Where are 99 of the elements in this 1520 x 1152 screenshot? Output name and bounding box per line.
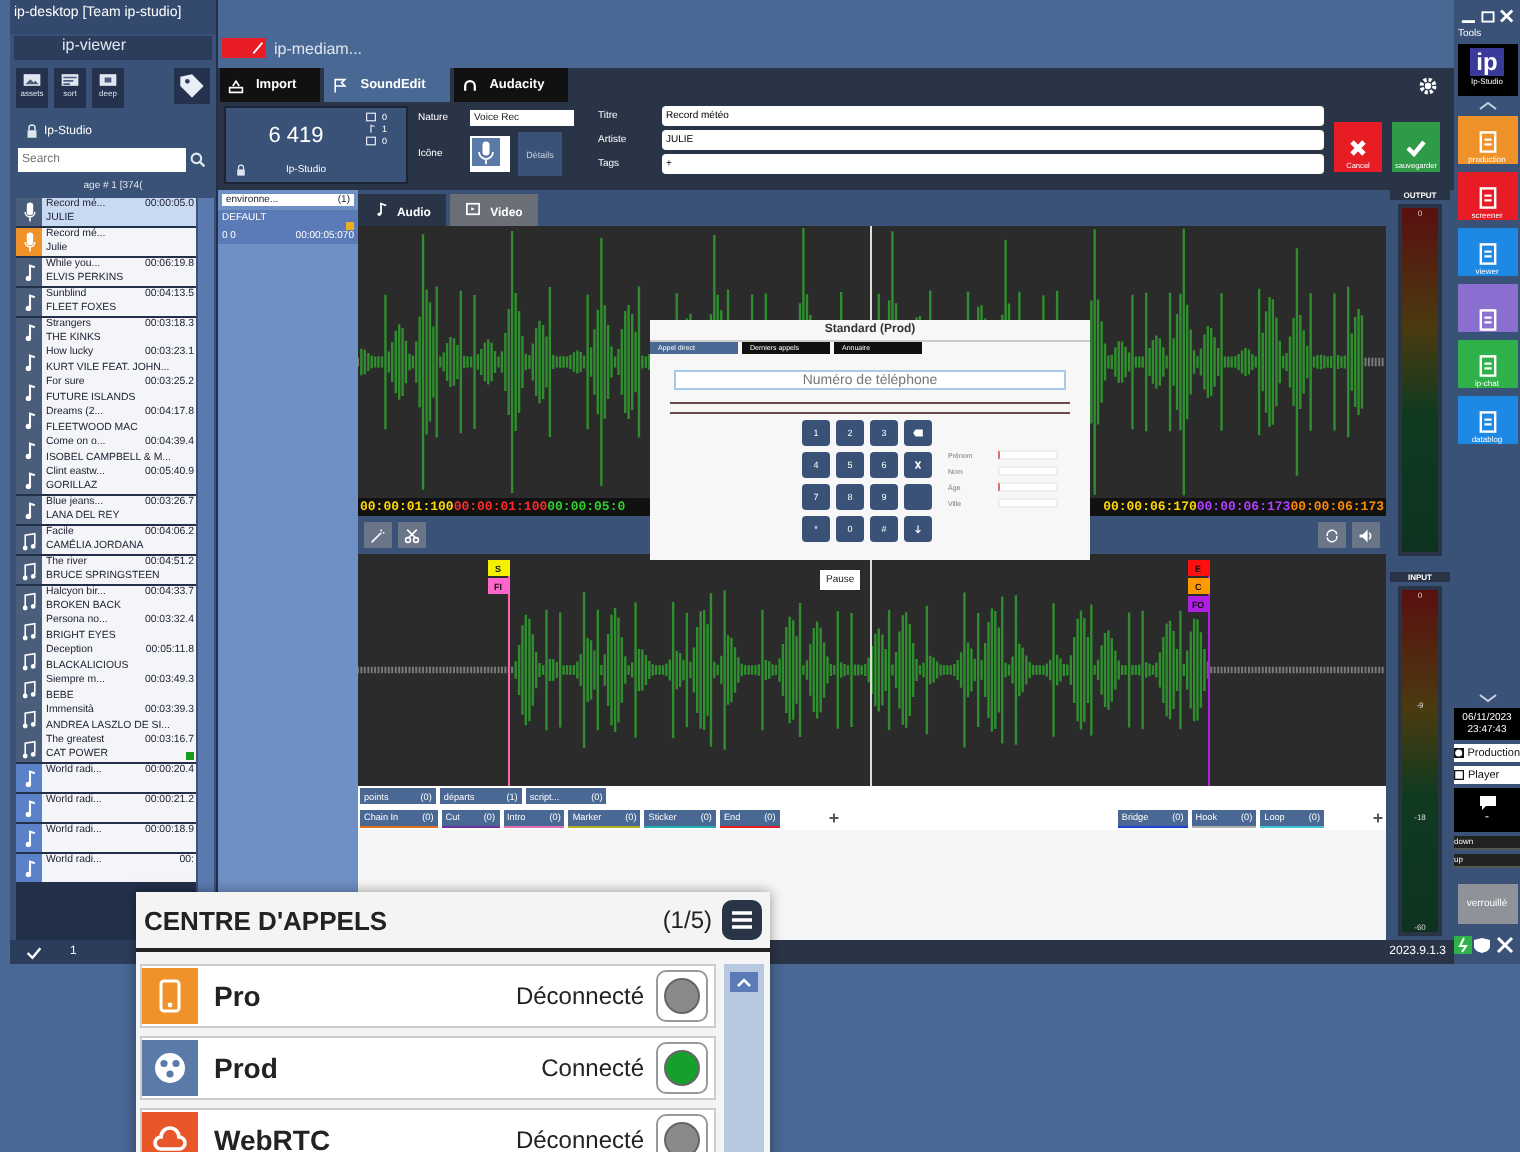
backspace-icon	[912, 428, 924, 438]
add-icon[interactable]	[1372, 812, 1384, 824]
line-status: Déconnecté	[515, 982, 644, 1010]
search-icon[interactable]	[190, 152, 206, 168]
line-status: Déconnecté	[515, 1126, 644, 1152]
check-icon	[1406, 138, 1426, 158]
music-note-icon	[374, 201, 388, 215]
music-note-icon	[21, 319, 37, 344]
arrow-down-icon	[912, 524, 924, 534]
network-icon	[152, 1050, 188, 1086]
check-icon[interactable]	[26, 945, 42, 959]
phone-line-row[interactable]: WebRTC Déconnecté	[140, 1108, 716, 1152]
close-icon	[912, 460, 924, 470]
icon-picker[interactable]	[470, 136, 510, 172]
phone-line-row[interactable]: Prod Connecté	[140, 1036, 716, 1100]
keypad-key[interactable]	[904, 516, 932, 542]
settings-icon[interactable]	[1418, 75, 1438, 95]
status-icons[interactable]	[1454, 936, 1514, 954]
lock-icon	[236, 164, 246, 177]
phone-line-row[interactable]: Pro Déconnecté	[140, 964, 716, 1028]
music-note-icon	[21, 349, 37, 374]
viewer-tab[interactable]: ip-viewer	[14, 36, 212, 60]
keypad-key[interactable]	[904, 452, 932, 478]
volume-button[interactable]	[1352, 522, 1380, 548]
music-notes-icon	[21, 587, 37, 612]
document-icon	[1475, 410, 1499, 434]
connection-toggle[interactable]	[656, 1042, 708, 1094]
music-note-icon	[21, 796, 37, 820]
music-notes-icon	[21, 617, 37, 642]
video-icon	[466, 201, 481, 215]
window-controls-icon[interactable]	[1459, 8, 1515, 24]
scissors-icon	[404, 527, 420, 543]
text-field[interactable]	[998, 482, 1058, 492]
connection-toggle[interactable]	[656, 970, 708, 1022]
note-icon	[366, 124, 376, 134]
pencil-icon[interactable]	[222, 38, 266, 58]
music-note-icon	[21, 855, 37, 880]
keypad-key[interactable]	[904, 420, 932, 446]
chevron-down-icon[interactable]	[1477, 692, 1497, 704]
list-icon	[60, 72, 80, 88]
document-icon	[1475, 308, 1499, 332]
add-icon[interactable]	[827, 812, 840, 824]
document-icon	[1475, 242, 1499, 266]
film-icon	[366, 136, 376, 146]
music-notes-icon	[21, 557, 37, 582]
music-note-icon	[21, 408, 37, 433]
line-name: WebRTC	[214, 1124, 331, 1152]
music-notes-icon	[21, 706, 37, 731]
microphone-icon	[21, 200, 37, 225]
line-name: Pro	[214, 980, 261, 1012]
scrollbar[interactable]	[724, 964, 764, 1152]
chat-icon[interactable]	[1477, 794, 1497, 812]
cloud-icon	[152, 1122, 188, 1152]
music-note-icon	[21, 259, 37, 284]
music-notes-icon	[21, 676, 37, 701]
lock-icon	[26, 124, 38, 138]
microphone-icon	[472, 138, 500, 166]
loop-icon	[1324, 527, 1340, 543]
music-notes-icon	[21, 736, 37, 761]
document-icon	[1475, 186, 1499, 210]
line-status: Connecté	[541, 1054, 644, 1082]
line-name: Prod	[214, 1052, 278, 1084]
menu-button[interactable]	[722, 900, 762, 940]
circle-icon	[1454, 748, 1464, 758]
chevron-up-icon[interactable]	[1477, 100, 1497, 112]
app-tile[interactable]	[1457, 284, 1517, 332]
music-note-icon	[21, 438, 37, 463]
microphone-icon	[21, 230, 37, 255]
square-icon	[98, 72, 118, 88]
magic-wand-button[interactable]	[364, 522, 392, 548]
music-note-icon	[21, 825, 37, 850]
connection-toggle[interactable]	[656, 1114, 708, 1152]
line-count: (1/5)	[662, 906, 712, 934]
loop-button[interactable]	[1318, 522, 1346, 548]
document-tab[interactable]: ip-mediam...	[274, 39, 363, 57]
music-note-icon	[21, 289, 37, 314]
music-note-icon	[21, 468, 37, 493]
music-note-icon	[21, 379, 37, 404]
headphones-icon	[461, 77, 478, 93]
music-note-icon	[21, 498, 37, 523]
flag-icon	[332, 77, 349, 93]
panel-title: CENTRE D'APPELS	[144, 905, 388, 935]
tag-icon[interactable]	[174, 68, 210, 104]
music-notes-icon	[21, 527, 37, 552]
image-icon	[366, 112, 376, 122]
import-icon	[228, 77, 244, 93]
scissors-button[interactable]	[398, 522, 426, 548]
magic-wand-icon	[370, 527, 386, 543]
document-icon	[1475, 130, 1499, 154]
music-note-icon	[21, 766, 37, 791]
text-field[interactable]	[998, 450, 1058, 460]
close-icon	[1348, 138, 1368, 158]
music-notes-icon	[21, 647, 37, 672]
image-icon	[22, 72, 42, 88]
media-id: 6 419	[266, 122, 326, 152]
volume-icon	[1358, 527, 1374, 543]
chevron-up-icon	[730, 972, 758, 992]
document-icon	[1475, 354, 1499, 378]
menu-icon	[730, 910, 754, 930]
